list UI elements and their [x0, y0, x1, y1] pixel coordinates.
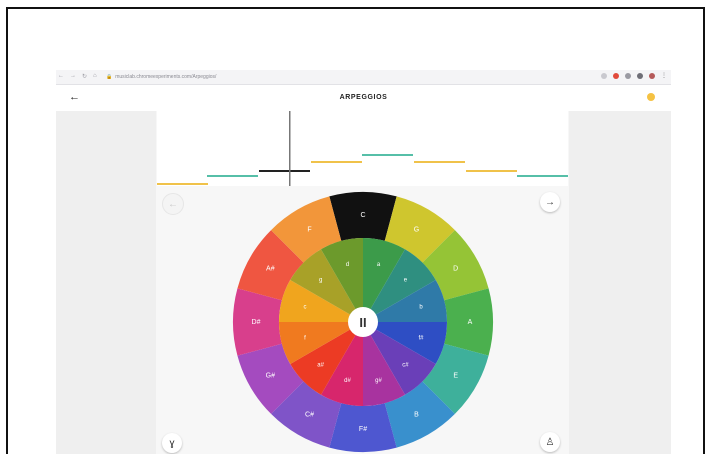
- prev-button[interactable]: ←: [162, 193, 184, 215]
- inner-segment-label: c#: [402, 362, 409, 368]
- outer-segment-label: C: [360, 212, 365, 219]
- note-bar: [362, 154, 413, 156]
- note-bar: [414, 161, 465, 163]
- reload-icon[interactable]: ↻: [82, 73, 87, 80]
- note-roll: [157, 111, 568, 186]
- home-icon[interactable]: ⌂: [93, 73, 97, 80]
- profile-icon[interactable]: [649, 72, 655, 79]
- chord-wheel: CGDAEBF#C#G#D#A#Faebf#c#g#d#a#fcgdII: [232, 191, 494, 453]
- back-icon[interactable]: ←: [58, 73, 64, 80]
- page-title: ARPEGGIOS: [339, 94, 388, 101]
- metronome-icon: ♙: [545, 436, 555, 448]
- outer-segment-label: E: [453, 373, 458, 380]
- note-bar: [157, 183, 208, 185]
- note-bar: [517, 175, 568, 177]
- pause-icon: II: [359, 315, 366, 330]
- url-text: musiclab.chromeexperiments.com/Arpeggios…: [115, 74, 217, 80]
- inner-segment-label: a#: [317, 362, 324, 368]
- inner-segment-label: d: [346, 262, 349, 268]
- inner-segment-label: g#: [375, 378, 382, 384]
- outer-segment-label: F#: [359, 426, 367, 433]
- note-bar: [259, 170, 310, 172]
- outer-segment-label: C#: [305, 412, 314, 419]
- address-bar[interactable]: 🔒 musiclab.chromeexperiments.com/Arpeggio…: [106, 73, 576, 81]
- menu-icon[interactable]: ⋮: [661, 72, 667, 79]
- inner-segment-label: f#: [418, 336, 424, 342]
- note-bar: [311, 161, 362, 163]
- extension-red-icon[interactable]: [613, 72, 619, 79]
- metronome-button[interactable]: ♙: [540, 432, 560, 452]
- browser-toolbar: ← → ↻ ⌂ 🔒 musiclab.chromeexperiments.com/…: [56, 70, 671, 85]
- note-bar: [466, 170, 517, 172]
- next-button[interactable]: →: [540, 192, 560, 212]
- app-header: ← ARPEGGIOS: [56, 85, 671, 111]
- outer-segment-label: D#: [252, 319, 261, 326]
- browser-nav: ← → ↻ ⌂: [58, 73, 97, 80]
- arrow-right-icon: →: [545, 196, 555, 208]
- note-roll-svg: [157, 111, 568, 186]
- arrow-left-icon: ←: [168, 198, 178, 210]
- lock-icon: 🔒: [106, 74, 113, 80]
- harp-icon: ɣ: [169, 437, 175, 449]
- star-icon[interactable]: [601, 72, 607, 79]
- outer-segment-label: B: [414, 412, 419, 419]
- extensions-icon[interactable]: [637, 72, 643, 79]
- outer-segment-label: F: [307, 226, 311, 233]
- inner-segment-label: g: [319, 278, 322, 284]
- inner-segment-label: d#: [344, 378, 351, 384]
- outer-segment-label: A: [468, 319, 473, 326]
- note-bar: [207, 175, 258, 177]
- outer-segment-label: G: [414, 226, 419, 233]
- forward-icon[interactable]: →: [70, 73, 76, 80]
- extension-grey-icon[interactable]: [625, 72, 631, 79]
- outer-segment-label: D: [453, 266, 458, 273]
- outer-segment-label: A#: [266, 266, 275, 273]
- browser-icons: ⋮: [601, 72, 667, 79]
- inner-segment-label: c: [304, 305, 307, 311]
- help-icon[interactable]: [647, 93, 655, 101]
- playhead: [289, 111, 291, 186]
- outer-segment-label: G#: [266, 373, 275, 380]
- instrument-button[interactable]: ɣ: [162, 433, 182, 453]
